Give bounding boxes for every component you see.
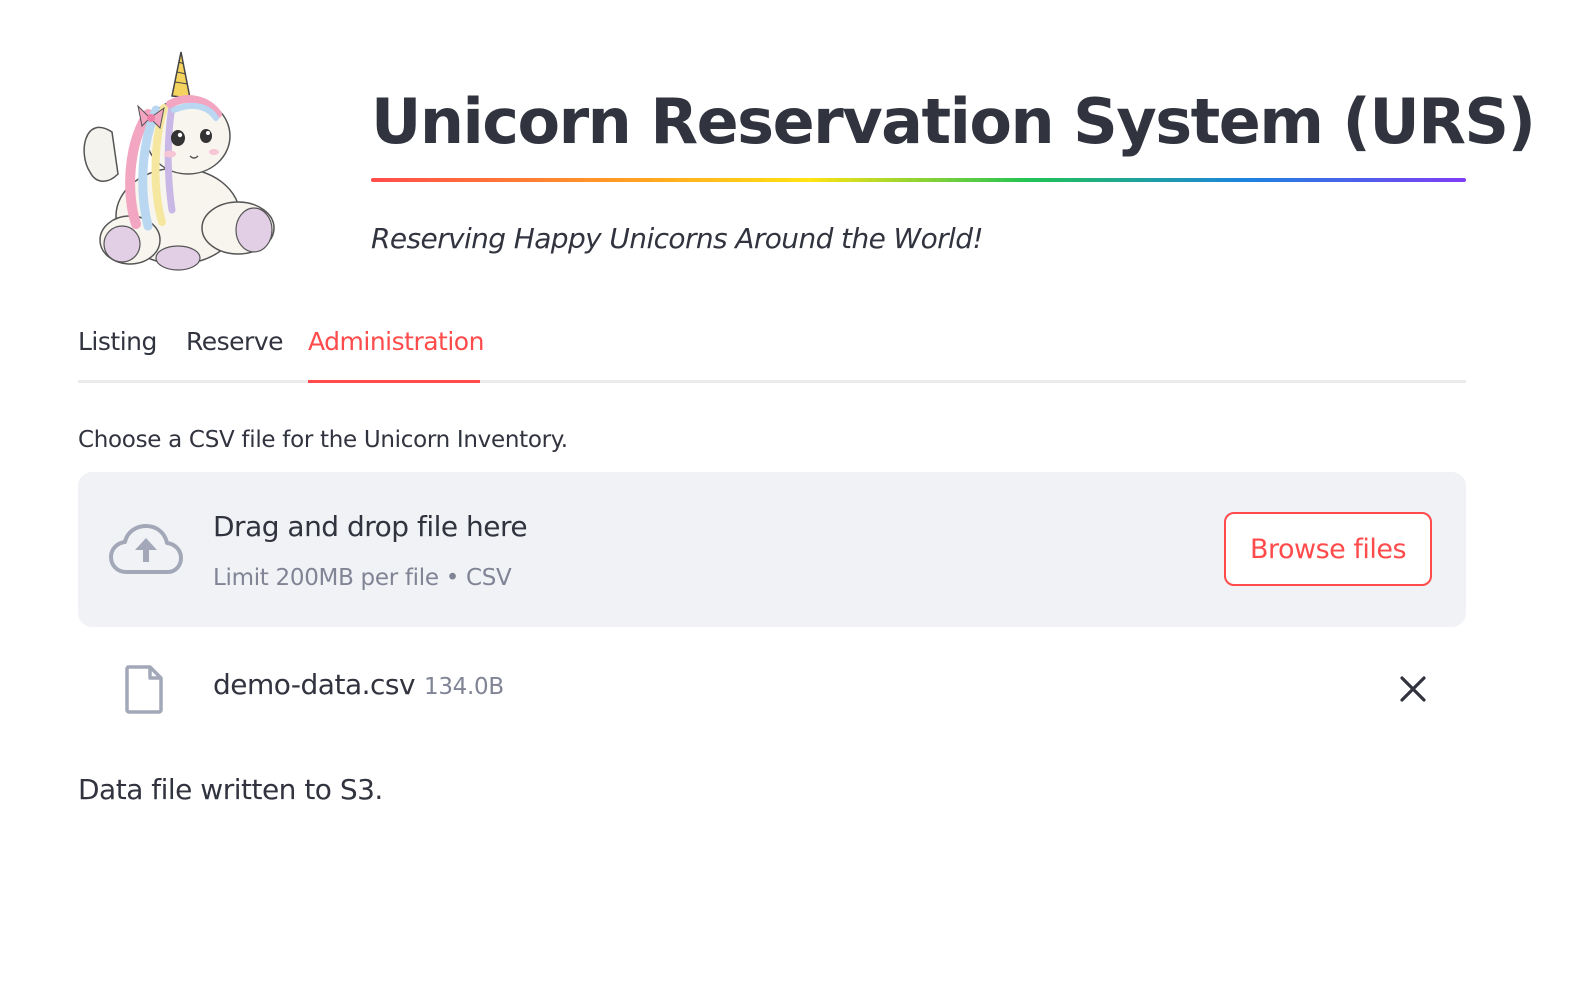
browse-files-button[interactable]: Browse files — [1224, 512, 1432, 586]
unicorn-logo-icon — [83, 51, 275, 271]
active-tab-indicator — [308, 380, 480, 383]
file-dropzone[interactable]: Drag and drop file here Limit 200MB per … — [78, 472, 1466, 627]
app-main: Unicorn Reservation System (URS) Reservi… — [78, 0, 1536, 994]
uploaded-file-size: 134.0B — [424, 674, 504, 700]
file-icon — [125, 665, 163, 714]
tab-bar: Listing Reserve Administration — [78, 316, 1466, 384]
uploaded-file-name: demo-data.csv — [213, 668, 416, 701]
tab-administration[interactable]: Administration — [308, 324, 484, 360]
dropzone-limit-text: Limit 200MB per file • CSV — [213, 565, 512, 591]
dropzone-instructions: Drag and drop file here — [213, 510, 528, 543]
tab-listing[interactable]: Listing — [78, 324, 157, 360]
tab-reserve[interactable]: Reserve — [186, 324, 284, 360]
page-title: Unicorn Reservation System (URS) — [371, 85, 1536, 158]
file-uploader-label: Choose a CSV file for the Unicorn Invent… — [78, 427, 568, 453]
cloud-upload-icon — [109, 524, 183, 574]
uploaded-file-item: demo-data.csv 134.0B — [78, 650, 1466, 726]
page-subtitle: Reserving Happy Unicorns Around the Worl… — [371, 222, 984, 255]
close-icon[interactable] — [1396, 672, 1430, 706]
status-message: Data file written to S3. — [78, 773, 383, 806]
tab-bar-divider — [78, 380, 1466, 383]
rainbow-divider — [371, 178, 1466, 182]
